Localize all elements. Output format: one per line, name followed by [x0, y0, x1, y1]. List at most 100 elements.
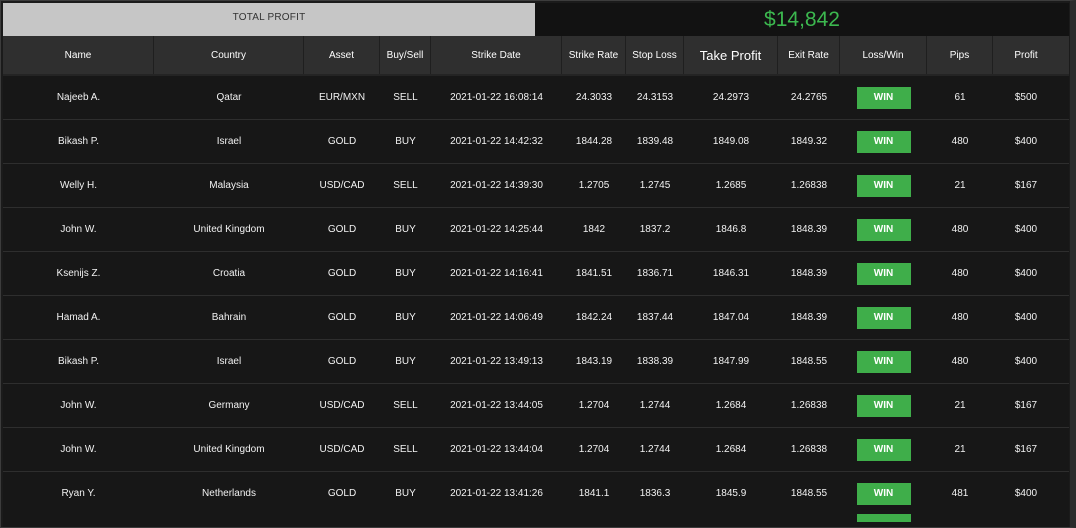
column-header-buy-sell[interactable]: Buy/Sell [380, 36, 431, 74]
cell-asset: GOLD [327, 488, 357, 499]
cell-buy-sell: SELL [393, 444, 418, 455]
win-badge: WIN [856, 262, 911, 285]
column-header-country[interactable]: Country [154, 36, 304, 74]
cell-loss-win: WIN [840, 472, 927, 515]
cell-loss-win: WIN [840, 296, 927, 339]
win-badge: WIN [856, 130, 911, 153]
column-header-stop-loss[interactable]: Stop Loss [626, 36, 684, 74]
cell-country: Israel [216, 356, 242, 367]
cell-asset: USD/CAD [319, 180, 365, 191]
cell-take-profit: 24.2973 [712, 92, 750, 103]
table-row: Ksenijs Z. Croatia GOLD BUY 2021-01-22 1… [3, 252, 1069, 296]
cell-empty [684, 511, 778, 527]
cell-pips: 481 [951, 488, 969, 499]
win-badge-partial [856, 514, 911, 522]
cell-empty [154, 511, 304, 527]
cell-exit-rate: 1.26838 [790, 444, 828, 455]
cell-asset: EUR/MXN [318, 92, 366, 103]
cell-asset: USD/CAD [319, 400, 365, 411]
cell-buy-sell: BUY [395, 356, 416, 367]
cell-name: Bikash P. [58, 356, 99, 367]
cell-strike-rate: 1843.19 [575, 356, 613, 367]
table-row: Welly H. Malaysia USD/CAD SELL 2021-01-2… [3, 164, 1069, 208]
table-row: Ryan Y. Netherlands GOLD BUY 2021-01-22 … [3, 472, 1069, 516]
cell-loss-win: WIN [840, 208, 927, 251]
cell-profit: $400 [1014, 268, 1038, 279]
win-badge: WIN [856, 306, 911, 329]
cell-name: John W. [60, 444, 97, 455]
cell-loss-win: WIN [840, 164, 927, 207]
cell-empty [431, 511, 562, 527]
cell-asset: GOLD [327, 356, 357, 367]
column-header-loss-win[interactable]: Loss/Win [840, 36, 927, 74]
cell-country: Germany [208, 400, 250, 411]
total-profit-label: TOTAL PROFIT [3, 3, 535, 36]
cell-pips: 480 [951, 356, 969, 367]
cell-stop-loss: 1836.3 [639, 488, 671, 499]
cell-name: John W. [60, 224, 97, 235]
cell-strike-rate: 1841.1 [578, 488, 610, 499]
cell-strike-date: 2021-01-22 13:44:04 [450, 444, 543, 455]
cell-country: United Kingdom [193, 444, 265, 455]
cell-buy-sell: SELL [393, 400, 418, 411]
column-header-strike-rate[interactable]: Strike Rate [562, 36, 626, 74]
cell-country: Israel [216, 136, 242, 147]
win-badge: WIN [856, 174, 911, 197]
cell-strike-date: 2021-01-22 13:49:13 [450, 356, 543, 367]
cell-asset: GOLD [327, 268, 357, 279]
cell-take-profit: 1.2684 [715, 400, 747, 411]
cell-name: Ksenijs Z. [56, 268, 101, 279]
cell-strike-rate: 1.2704 [578, 400, 610, 411]
cell-buy-sell: SELL [393, 92, 418, 103]
cell-name: Najeeb A. [56, 92, 101, 103]
cell-stop-loss: 24.3153 [636, 92, 674, 103]
column-header-pips[interactable]: Pips [927, 36, 993, 74]
cell-take-profit: 1845.9 [715, 488, 747, 499]
cell-exit-rate: 1848.55 [790, 356, 828, 367]
cell-profit: $400 [1014, 356, 1038, 367]
cell-strike-date: 2021-01-22 16:08:14 [450, 92, 543, 103]
column-header-exit-rate[interactable]: Exit Rate [778, 36, 840, 74]
cell-empty [626, 511, 684, 527]
cell-name: Ryan Y. [61, 488, 96, 499]
column-header-name[interactable]: Name [3, 36, 154, 74]
total-profit-value: $14,842 [535, 3, 1069, 36]
cell-loss-win: WIN [840, 384, 927, 427]
column-header-profit[interactable]: Profit [993, 36, 1059, 74]
cell-empty [304, 511, 380, 527]
cell-profit: $400 [1014, 312, 1038, 323]
cell-empty [562, 511, 626, 527]
trade-results-panel: TOTAL PROFIT $14,842 Name Country Asset … [0, 0, 1076, 528]
win-badge: WIN [856, 86, 911, 109]
win-badge: WIN [856, 350, 911, 373]
trades-table: Name Country Asset Buy/Sell Strike Date … [3, 36, 1069, 516]
cell-strike-date: 2021-01-22 14:39:30 [450, 180, 543, 191]
cell-buy-sell: BUY [395, 312, 416, 323]
cell-asset: GOLD [327, 136, 357, 147]
cell-country: Qatar [216, 92, 242, 103]
table-row: John W. United Kingdom USD/CAD SELL 2021… [3, 428, 1069, 472]
cell-buy-sell: BUY [395, 224, 416, 235]
column-header-strike-date[interactable]: Strike Date [431, 36, 562, 74]
win-badge: WIN [856, 438, 911, 461]
cell-strike-date: 2021-01-22 14:16:41 [450, 268, 543, 279]
cell-exit-rate: 1849.32 [790, 136, 828, 147]
cell-take-profit: 1.2684 [715, 444, 747, 455]
win-badge: WIN [856, 394, 911, 417]
table-row: John W. Germany USD/CAD SELL 2021-01-22 … [3, 384, 1069, 428]
cell-stop-loss: 1837.44 [636, 312, 674, 323]
column-header-asset[interactable]: Asset [304, 36, 380, 74]
table-row-partial [3, 511, 1069, 527]
cell-empty [927, 511, 993, 527]
cell-empty [778, 511, 840, 527]
cell-exit-rate: 1.26838 [790, 400, 828, 411]
cell-profit: $500 [1014, 92, 1038, 103]
cell-profit: $400 [1014, 224, 1038, 235]
cell-loss-win: WIN [840, 76, 927, 119]
cell-pips: 480 [951, 312, 969, 323]
cell-pips: 21 [954, 400, 966, 411]
column-header-take-profit[interactable]: Take Profit [684, 36, 778, 74]
cell-pips: 480 [951, 136, 969, 147]
table-header: Name Country Asset Buy/Sell Strike Date … [3, 36, 1069, 76]
cell-stop-loss: 1836.71 [636, 268, 674, 279]
